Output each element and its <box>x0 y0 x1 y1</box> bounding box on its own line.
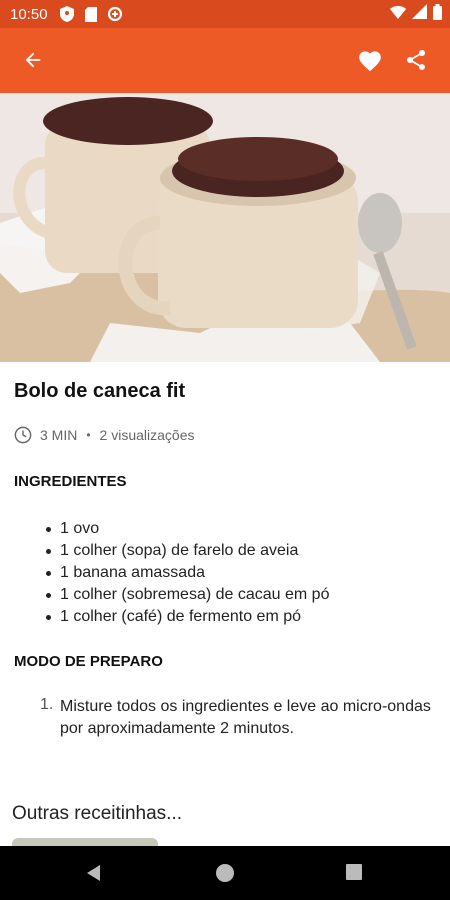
more-recipes-title: Outras receitinhas... <box>12 803 183 824</box>
meta-separator: • <box>86 428 91 442</box>
favorite-button[interactable] <box>350 40 390 80</box>
triangle-back-icon <box>87 865 100 881</box>
recipe-meta: 3 MIN • 2 visualizações <box>14 426 194 444</box>
ingredient-item: 1 ovo <box>45 518 329 540</box>
share-icon <box>407 50 425 70</box>
status-bar: 10:50 <box>0 0 450 28</box>
share-button[interactable] <box>396 40 436 80</box>
wifi-icon <box>390 5 406 24</box>
clock-icon <box>14 426 32 444</box>
data-saver-icon <box>106 5 124 23</box>
app-toolbar <box>0 28 450 93</box>
ingredient-item: 1 banana amassada <box>45 562 329 584</box>
preparation-heading: MODO DE PREPARO <box>14 653 163 670</box>
back-button[interactable] <box>13 40 53 80</box>
signal-icon <box>412 4 427 24</box>
ingredient-item: 1 colher (sobremesa) de cacau em pó <box>45 584 329 606</box>
nav-home-button[interactable] <box>215 863 237 885</box>
ingredient-item: 1 colher (sopa) de farelo de aveia <box>45 540 329 562</box>
ingredients-heading: INGREDIENTES <box>14 473 127 490</box>
arrow-left-icon <box>25 52 41 68</box>
recipe-title: Bolo de caneca fit <box>14 380 186 402</box>
steps-list: 1. Misture todos os ingredientes e leve … <box>40 696 440 740</box>
square-recents-icon <box>346 864 362 880</box>
ingredient-item: 1 colher (café) de fermento em pó <box>45 606 329 628</box>
circle-home-icon <box>216 864 234 882</box>
step-text: Misture todos os ingredientes e leve ao … <box>60 698 431 737</box>
step-number: 1. <box>40 696 54 713</box>
battery-icon <box>433 3 442 25</box>
step-item: 1. Misture todos os ingredientes e leve … <box>40 696 440 740</box>
nav-back-button[interactable] <box>84 863 106 885</box>
shield-icon <box>58 5 76 23</box>
nav-recents-button[interactable] <box>345 863 367 885</box>
heart-icon <box>359 51 381 72</box>
recipe-image <box>0 93 450 362</box>
ingredients-list: 1 ovo 1 colher (sopa) de farelo de aveia… <box>45 518 329 628</box>
status-time: 10:50 <box>10 5 48 23</box>
view-count: 2 visualizações <box>99 427 195 443</box>
system-nav-bar <box>0 846 450 900</box>
sd-card-icon <box>82 5 100 23</box>
prep-time: 3 MIN <box>40 427 78 443</box>
